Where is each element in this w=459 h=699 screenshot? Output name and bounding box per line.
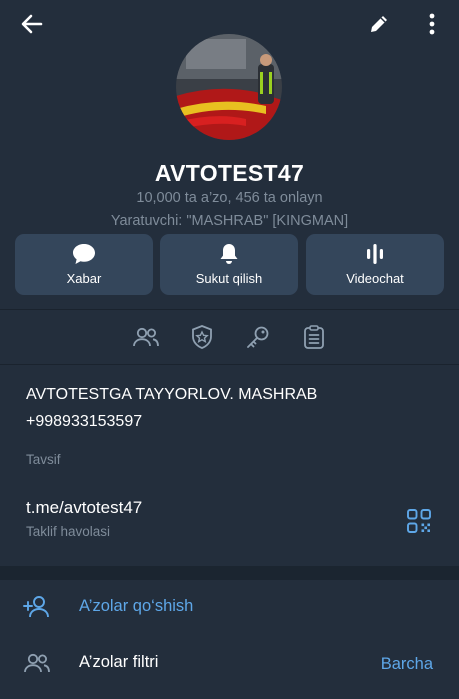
divider (0, 364, 459, 365)
members-icon (24, 653, 50, 673)
message-button-label: Xabar (66, 271, 102, 286)
divider (0, 309, 459, 310)
qr-code-icon (407, 509, 431, 533)
clipboard-icon (304, 325, 324, 349)
add-user-icon (23, 596, 49, 618)
members-count: 10,000 ta a’zo, 456 ta onlayn (136, 190, 323, 206)
tab-recent-actions[interactable] (299, 322, 329, 352)
members-filter-label: A’zolar filtri (79, 653, 159, 671)
tab-permissions[interactable] (243, 322, 273, 352)
voice-wave-icon (367, 244, 383, 264)
group-title: AVTOTEST47 (154, 160, 305, 186)
avatar[interactable] (176, 34, 282, 140)
section-separator (0, 566, 459, 580)
videochat-button-label: Videochat (346, 271, 404, 286)
back-button[interactable] (12, 4, 52, 44)
members-icon (133, 327, 159, 347)
description-line-1: AVTOTESTGA TAYYORLOV. MASHRAB (26, 386, 318, 403)
more-vertical-icon (429, 13, 435, 35)
shield-star-icon (192, 325, 212, 349)
bell-icon (220, 244, 238, 264)
arrow-left-icon (21, 14, 43, 34)
add-members-label: A’zolar qo‘shish (79, 597, 194, 615)
message-button[interactable]: Xabar (15, 234, 153, 295)
tab-members[interactable] (131, 322, 161, 352)
qr-code-button[interactable] (406, 508, 432, 534)
description-caption: Tavsif (26, 452, 61, 467)
add-members-row[interactable]: A’zolar qo‘shish (0, 580, 459, 634)
more-button[interactable] (412, 4, 452, 44)
pencil-icon (371, 16, 387, 32)
members-filter-row[interactable]: A’zolar filtri Barcha (0, 638, 459, 692)
videochat-button[interactable]: Videochat (306, 234, 444, 295)
tab-admins[interactable] (187, 322, 217, 352)
mute-button[interactable]: Sukut qilish (160, 234, 298, 295)
invite-link[interactable]: t.me/avtotest47 (26, 498, 142, 518)
mute-button-label: Sukut qilish (195, 271, 263, 286)
key-icon (247, 326, 269, 348)
creator-line: Yaratuvchi: "MASHRAB" [KINGMAN] (110, 213, 349, 229)
edit-button[interactable] (359, 4, 399, 44)
members-filter-value[interactable]: Barcha (381, 655, 433, 674)
invite-link-caption: Taklif havolasi (26, 524, 111, 539)
description-line-2[interactable]: +998933153597 (26, 413, 142, 431)
message-icon (73, 244, 95, 264)
